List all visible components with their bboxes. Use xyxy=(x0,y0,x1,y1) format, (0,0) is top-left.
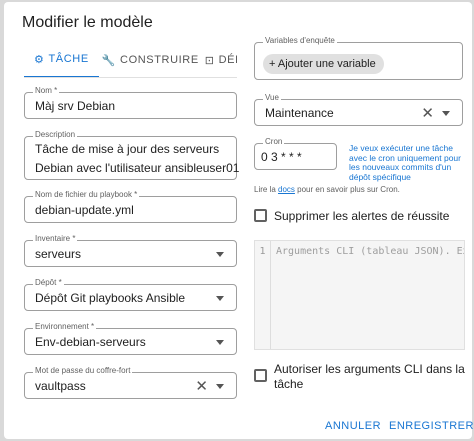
cron-field[interactable]: Cron 0 3 * * * xyxy=(254,137,337,170)
clear-icon[interactable]: ✕ xyxy=(421,104,434,122)
plus-icon: + xyxy=(269,58,278,70)
doc-prefix: Lire la xyxy=(254,185,279,194)
playbook-value: debian-update.yml xyxy=(35,203,134,217)
name-value: Màj srv Debian xyxy=(35,99,116,113)
allow-cli-args-label-line-1: Autoriser les arguments CLI dans la xyxy=(274,362,465,376)
environment-select[interactable]: Environnement * Env-debian-serveurs xyxy=(24,322,237,355)
cron-label: Cron xyxy=(263,137,285,146)
deploy-icon: ⊡ xyxy=(204,54,215,67)
clear-icon[interactable]: ✕ xyxy=(195,377,208,395)
doc-suffix: pour en savoir plus sur Cron. xyxy=(294,185,400,194)
description-field[interactable]: Description Tâche de mise à jour des ser… xyxy=(24,130,240,180)
name-field[interactable]: Nom * Màj srv Debian xyxy=(24,86,237,119)
save-button[interactable]: ENREGISTRER xyxy=(389,420,474,432)
edit-template-dialog: Modifier le modèle ⚙ TÂCHE 🔧 CONSTRUIRE … xyxy=(4,2,474,439)
view-label: Vue xyxy=(263,93,281,102)
view-value: Maintenance xyxy=(265,106,334,120)
tab-task-label: TÂCHE xyxy=(48,53,89,65)
inventory-value: serveurs xyxy=(35,247,82,261)
chevron-down-icon[interactable] xyxy=(216,252,224,257)
tab-deploy[interactable]: ⊡ DÉPLOYER xyxy=(202,42,237,77)
chevron-down-icon[interactable] xyxy=(216,296,224,301)
tab-build-label: CONSTRUIRE xyxy=(120,54,199,66)
tab-task[interactable]: ⚙ TÂCHE xyxy=(24,42,99,77)
cron-value: 0 3 * * * xyxy=(261,150,302,164)
dialog-title: Modifier le modèle xyxy=(22,14,153,31)
add-variable-label: Ajouter une variable xyxy=(277,58,376,70)
survey-variables-box: Variables d'enquête + Ajouter une variab… xyxy=(254,36,463,80)
inventory-label: Inventaire * xyxy=(33,234,78,243)
allow-cli-args-label: Autoriser les arguments CLI dans la tâch… xyxy=(274,362,465,392)
description-line-1: Tâche de mise à jour des serveurs xyxy=(35,142,220,156)
repository-select[interactable]: Dépôt * Dépôt Git playbooks Ansible xyxy=(24,278,237,311)
environment-label: Environnement * xyxy=(33,322,97,331)
cli-arguments-editor[interactable]: 1 Arguments CLI (tableau JSON). Exemple … xyxy=(254,240,465,350)
cancel-button[interactable]: ANNULER xyxy=(325,420,381,432)
repository-label: Dépôt * xyxy=(33,278,64,287)
allow-cli-args-label-line-2: tâche xyxy=(274,377,304,391)
suppress-alerts-checkbox[interactable] xyxy=(254,209,267,222)
add-variable-button[interactable]: + Ajouter une variable xyxy=(263,54,384,74)
line-number: 1 xyxy=(255,241,271,349)
suppress-alerts-label: Supprimer les alertes de réussite xyxy=(274,209,450,223)
cli-arguments-placeholder: Arguments CLI (tableau JSON). Exemple : … xyxy=(276,246,464,257)
wrench-icon: 🔧 xyxy=(101,54,117,67)
chevron-down-icon[interactable] xyxy=(216,384,224,389)
description-label: Description xyxy=(33,130,78,139)
gear-icon: ⚙ xyxy=(34,53,45,66)
chevron-down-icon[interactable] xyxy=(442,111,450,116)
vault-password-select[interactable]: Mot de passe du coffre-fort vaultpass ✕ xyxy=(24,366,237,399)
tab-build[interactable]: 🔧 CONSTRUIRE xyxy=(99,42,202,77)
tab-deploy-label: DÉPLOYER xyxy=(218,54,237,66)
chevron-down-icon[interactable] xyxy=(216,340,224,345)
allow-cli-args-checkbox[interactable] xyxy=(254,369,267,382)
name-label: Nom * xyxy=(33,86,60,95)
tab-bar: ⚙ TÂCHE 🔧 CONSTRUIRE ⊡ DÉPLOYER xyxy=(24,42,237,78)
cron-commit-hint-link[interactable]: Je veux exécuter une tâche avec le cron … xyxy=(349,143,465,182)
vault-password-label: Mot de passe du coffre-fort xyxy=(33,366,133,375)
description-line-2: Debian avec l'utilisateur ansibleuser01 xyxy=(35,161,240,175)
repository-value: Dépôt Git playbooks Ansible xyxy=(35,291,186,305)
view-select[interactable]: Vue Maintenance ✕ xyxy=(254,93,463,126)
environment-value: Env-debian-serveurs xyxy=(35,335,146,349)
cron-doc-text: Lire la docs pour en savoir plus sur Cro… xyxy=(254,185,400,194)
playbook-label: Nom de fichier du playbook * xyxy=(33,190,140,199)
docs-link[interactable]: docs xyxy=(278,185,295,194)
survey-variables-label: Variables d'enquête xyxy=(263,36,337,45)
playbook-field[interactable]: Nom de fichier du playbook * debian-upda… xyxy=(24,190,237,223)
inventory-select[interactable]: Inventaire * serveurs xyxy=(24,234,237,267)
vault-password-value: vaultpass xyxy=(35,379,86,393)
